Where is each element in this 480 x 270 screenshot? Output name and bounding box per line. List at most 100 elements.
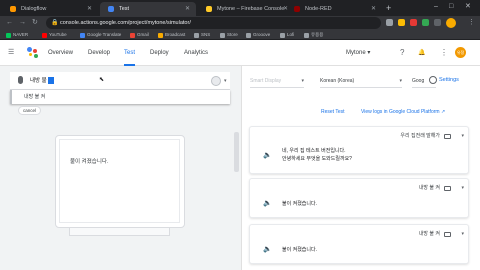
- bookmark[interactable]: SNS: [194, 30, 210, 40]
- avatar[interactable]: 유정: [455, 47, 466, 58]
- tab-test[interactable]: Test ✕: [100, 2, 196, 16]
- back-icon[interactable]: ←: [6, 17, 13, 29]
- scrollbar[interactable]: [234, 132, 239, 172]
- tab-title: Dialogflow: [21, 6, 47, 12]
- conversation-turn: 내방 불 켜 ▾ 🔈 불이 켜졌습니다.: [249, 178, 469, 218]
- profile-avatar[interactable]: [446, 18, 456, 28]
- folder-icon: [220, 33, 225, 38]
- tab-title: Node-RED: [305, 6, 332, 12]
- device-screen: 불이 켜졌습니다.: [59, 139, 180, 223]
- gmail-icon: [130, 33, 135, 38]
- view-logs-link[interactable]: View logs in Google Cloud Platform ↗: [361, 107, 445, 117]
- extension-icon[interactable]: [422, 19, 429, 26]
- response-line: 네, 우리 집 테스트 버전입니다.: [282, 148, 346, 154]
- mouse-cursor-icon: ⬉: [99, 77, 105, 83]
- extensions-puzzle-icon[interactable]: [434, 19, 441, 26]
- user-query: 내방 불 켜: [418, 185, 440, 191]
- more-menu-icon[interactable]: ⋮: [440, 47, 448, 59]
- chevron-down-icon: ▾: [399, 78, 402, 84]
- query-text: 내방 불: [30, 78, 47, 84]
- youtube-icon: [42, 33, 47, 38]
- tab-node-red[interactable]: Node-RED ✕: [286, 2, 382, 16]
- simulator-pane: 내방 불 ⬉ ▾ 내방 불 켜 cancel 불이 켜졌습니다.: [0, 66, 241, 270]
- lock-icon: 🔒: [51, 20, 59, 26]
- bookmark[interactable]: Lofi: [280, 30, 294, 40]
- user-query: 내방 불 켜: [418, 231, 440, 237]
- display-settings-icon[interactable]: [211, 76, 221, 86]
- query-input[interactable]: 내방 불 ⬉ ▾: [10, 72, 230, 90]
- keyboard-icon: [444, 134, 451, 139]
- app-header: ☰ Overview Develop Test Deploy Analytics…: [0, 40, 480, 66]
- response-line: 안녕하세요 무엇을 도와드릴까요?: [282, 156, 352, 162]
- cancel-chip[interactable]: cancel: [18, 106, 42, 115]
- project-selector[interactable]: Mytone ▾: [346, 47, 370, 59]
- external-link-icon: ↗: [440, 109, 446, 115]
- close-window-icon[interactable]: ✕: [465, 2, 471, 12]
- new-tab-icon[interactable]: +: [386, 3, 391, 13]
- browser-toolbar: ← → ↻ 🔒 console.actions.google.com/proje…: [0, 16, 480, 30]
- forward-icon[interactable]: →: [19, 17, 26, 29]
- firebase-favicon: [206, 6, 212, 12]
- tab-title: Mytone – Firebase Console: [217, 6, 285, 12]
- speaker-icon[interactable]: 🔈: [263, 245, 272, 255]
- bookmarks-bar: NAVER YouTube Google Translate Gmail Bro…: [0, 30, 480, 40]
- reset-test-link[interactable]: Reset Test: [321, 107, 345, 117]
- tab-dialogflow[interactable]: Dialogflow ✕: [2, 2, 98, 16]
- folder-icon: [280, 33, 285, 38]
- address-bar[interactable]: 🔒 console.actions.google.com/project/myt…: [46, 17, 381, 29]
- actions-favicon: [108, 6, 114, 12]
- close-tab-icon[interactable]: ✕: [371, 2, 376, 16]
- conversation-turn: 내방 불 켜 ▾ 🔈 불이 켜졌습니다.: [249, 224, 469, 264]
- bookmark[interactable]: Gmail: [130, 30, 149, 40]
- chevron-down-icon[interactable]: ▾: [461, 183, 464, 193]
- suggestion-item[interactable]: 내방 불 켜: [10, 90, 230, 104]
- nav-develop[interactable]: Develop: [88, 40, 110, 66]
- keyboard-icon: [444, 186, 451, 191]
- chevron-down-icon: ▾: [367, 50, 371, 56]
- user-query: 우리 집전래 말해가: [400, 133, 440, 139]
- suggestion-marker: [10, 90, 12, 104]
- screen: Dialogflow ✕ Test ✕ Mytone – Firebase Co…: [0, 0, 480, 270]
- notifications-icon[interactable]: 🔔: [418, 47, 425, 59]
- chevron-down-icon[interactable]: ▾: [461, 131, 464, 141]
- nav-overview[interactable]: Overview: [48, 40, 73, 66]
- response-line: 불이 켜졌습니다.: [282, 247, 317, 253]
- nav-analytics[interactable]: Analytics: [184, 40, 208, 66]
- hamburger-menu-icon[interactable]: ☰: [8, 47, 14, 59]
- nav-test[interactable]: Test: [124, 40, 136, 66]
- browser-tab-bar: Dialogflow ✕ Test ✕ Mytone – Firebase Co…: [0, 0, 480, 16]
- settings-link[interactable]: Settings: [439, 74, 459, 86]
- bookmark[interactable]: Grooove: [246, 30, 270, 40]
- folder-icon: [246, 33, 251, 38]
- microphone-icon[interactable]: [18, 76, 23, 84]
- close-tab-icon[interactable]: ✕: [185, 2, 190, 16]
- bookmark[interactable]: NAVER: [6, 30, 28, 40]
- help-icon[interactable]: ?: [400, 47, 404, 59]
- folder-icon: [304, 33, 309, 38]
- surface-select[interactable]: Smart Display ▾: [250, 74, 304, 88]
- speaker-icon[interactable]: 🔈: [263, 199, 272, 209]
- bookmark[interactable]: 유용용: [304, 30, 323, 40]
- settings-gear-icon[interactable]: [429, 76, 437, 84]
- cast-icon[interactable]: [386, 19, 393, 26]
- bookmark[interactable]: Store: [220, 30, 238, 40]
- tab-firebase[interactable]: Mytone – Firebase Console ✕: [198, 2, 294, 16]
- nav-deploy[interactable]: Deploy: [150, 40, 169, 66]
- extension-icon[interactable]: [410, 19, 417, 26]
- url-text: console.actions.google.com/project/myton…: [60, 20, 191, 26]
- browser-menu-icon[interactable]: ⋮: [468, 17, 475, 29]
- star-icon[interactable]: [398, 19, 405, 26]
- folder-icon: [158, 33, 163, 38]
- bookmark[interactable]: Broadcast: [158, 30, 185, 40]
- chevron-down-icon[interactable]: ▾: [461, 229, 464, 239]
- bookmark[interactable]: YouTube: [42, 30, 67, 40]
- speaker-icon[interactable]: 🔈: [263, 151, 272, 161]
- maximize-icon[interactable]: □: [449, 2, 453, 12]
- bookmark[interactable]: Google Translate: [80, 30, 121, 40]
- chevron-down-icon[interactable]: ▾: [224, 72, 227, 90]
- language-select[interactable]: Korean (Korea) ▾: [320, 74, 402, 88]
- minimize-icon[interactable]: –: [434, 2, 438, 12]
- folder-icon: [194, 33, 199, 38]
- reload-icon[interactable]: ↻: [32, 17, 38, 29]
- close-tab-icon[interactable]: ✕: [87, 2, 92, 16]
